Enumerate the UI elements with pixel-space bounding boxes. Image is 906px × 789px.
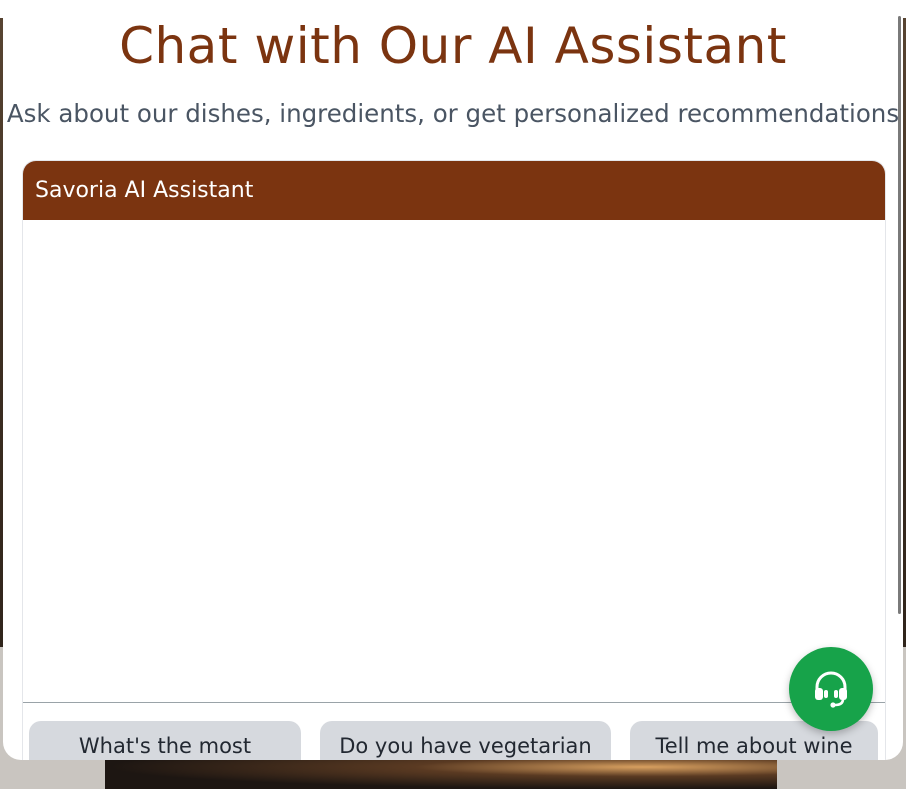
headset-icon [815,671,847,708]
chat-messages-area[interactable] [23,220,885,702]
suggestion-button-popular[interactable]: What's the most [29,721,301,760]
page-title: Chat with Our AI Assistant [119,17,787,75]
chat-divider [23,702,885,703]
support-chat-button[interactable] [789,647,873,731]
page-subtitle: Ask about our dishes, ingredients, or ge… [6,99,900,128]
chat-section: Chat with Our AI Assistant Ask about our… [3,0,903,760]
chat-header: Savoria AI Assistant [23,161,885,220]
chat-window: Savoria AI Assistant What's the most Do … [22,160,886,760]
chat-header-title: Savoria AI Assistant [35,178,254,203]
suggestion-button-vegetarian[interactable]: Do you have vegetarian [320,721,611,760]
